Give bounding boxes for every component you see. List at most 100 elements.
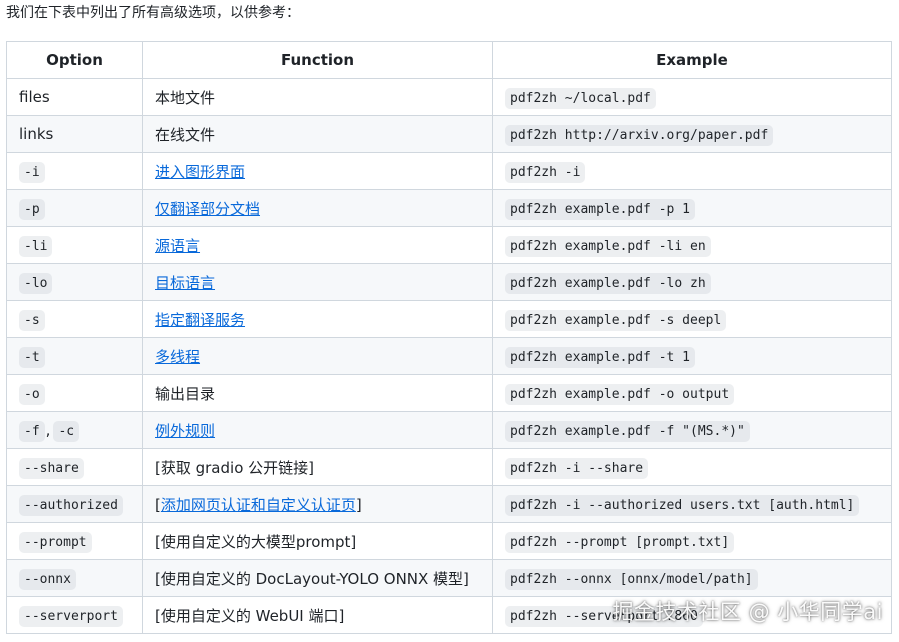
example-code: pdf2zh example.pdf -s deepl [505, 310, 727, 331]
table-row: -i 进入图形界面 pdf2zh -i [6, 152, 892, 190]
option-code: files [19, 88, 50, 106]
example-cell: pdf2zh example.pdf -p 1 [492, 189, 892, 227]
option-code: -lo [19, 273, 53, 294]
example-code: pdf2zh example.pdf -f "(MS.*)" [505, 421, 750, 442]
function-cell: [使用自定义的 WebUI 端口] [142, 596, 493, 634]
option-code-secondary: -c [53, 421, 80, 442]
function-text: [使用自定义的 WebUI 端口] [155, 606, 345, 625]
function-text: [获取 gradio 公开链接] [155, 458, 314, 477]
example-code: pdf2zh http://arxiv.org/paper.pdf [505, 125, 774, 146]
option-cell: -t [6, 337, 143, 375]
option-cell: files [6, 78, 143, 116]
table-row: links 在线文件 pdf2zh http://arxiv.org/paper.p… [6, 115, 892, 153]
header-function: Function [142, 41, 493, 79]
option-code: -i [19, 162, 45, 183]
table-row: -li 源语言 pdf2zh example.pdf -li en [6, 226, 892, 264]
example-cell: pdf2zh example.pdf -lo zh [492, 263, 892, 301]
table-row: -p 仅翻译部分文档 pdf2zh example.pdf -p 1 [6, 189, 892, 227]
option-code: --prompt [19, 532, 92, 553]
option-code: --share [19, 458, 84, 479]
example-code: pdf2zh -i [505, 162, 586, 183]
function-text: 输出目录 [155, 384, 216, 403]
option-cell: links [6, 115, 143, 153]
table-row: -s 指定翻译服务 pdf2zh example.pdf -s deepl [6, 300, 892, 338]
option-code: --serverport [19, 606, 123, 627]
example-code: pdf2zh --onnx [onnx/model/path] [505, 569, 758, 590]
example-code: pdf2zh example.pdf -lo zh [505, 273, 711, 294]
function-text: [使用自定义的 DocLayout-YOLO ONNX 模型] [155, 569, 469, 588]
table-row: --authorized [添加网页认证和自定义认证页] pdf2zh -i --a… [6, 485, 892, 523]
table-row: -o 输出目录 pdf2zh example.pdf -o output [6, 374, 892, 412]
function-text: 本地文件 [155, 88, 216, 107]
intro-text: 我们在下表中列出了所有高级选项，以供参考： [6, 5, 300, 21]
option-cell: --authorized [6, 485, 143, 523]
option-cell: -s [6, 300, 143, 338]
example-cell: pdf2zh -i --share [492, 448, 892, 486]
function-bracket-close: ] [355, 495, 362, 514]
option-cell: -p [6, 189, 143, 227]
example-cell: pdf2zh -i --authorized users.txt [auth.h… [492, 485, 892, 523]
example-cell: pdf2zh ~/local.pdf [492, 78, 892, 116]
example-cell: pdf2zh example.pdf -s deepl [492, 300, 892, 338]
example-code: pdf2zh example.pdf -t 1 [505, 347, 696, 368]
function-cell: 仅翻译部分文档 [142, 189, 493, 227]
options-table: Option Function Example files 本地文件 pdf2zh … [6, 41, 892, 634]
table-row: -lo 目标语言 pdf2zh example.pdf -lo zh [6, 263, 892, 301]
table-row: --share [获取 gradio 公开链接] pdf2zh -i --share [6, 448, 892, 486]
example-cell: pdf2zh example.pdf -li en [492, 226, 892, 264]
function-cell: 源语言 [142, 226, 493, 264]
example-code: pdf2zh --prompt [prompt.txt] [505, 532, 735, 553]
function-link[interactable]: 仅翻译部分文档 [155, 200, 260, 218]
example-cell: pdf2zh example.pdf -t 1 [492, 337, 892, 375]
option-code: links [19, 125, 54, 143]
function-cell: 本地文件 [142, 78, 493, 116]
table-row: -t 多线程 pdf2zh example.pdf -t 1 [6, 337, 892, 375]
function-cell: 进入图形界面 [142, 152, 493, 190]
function-cell: [获取 gradio 公开链接] [142, 448, 493, 486]
option-code: -p [19, 199, 45, 220]
table-row: -f, -c 例外规则 pdf2zh example.pdf -f "(MS.*)" [6, 411, 892, 449]
function-link[interactable]: 源语言 [155, 237, 200, 255]
option-code: -li [19, 236, 53, 257]
function-link[interactable]: 目标语言 [155, 274, 215, 292]
example-cell: pdf2zh example.pdf -o output [492, 374, 892, 412]
option-code: -o [19, 384, 45, 405]
table-row: files 本地文件 pdf2zh ~/local.pdf [6, 78, 892, 116]
function-cell: 例外规则 [142, 411, 493, 449]
option-code: -f [19, 421, 45, 442]
function-link[interactable]: 添加网页认证和自定义认证页 [161, 496, 356, 514]
header-example: Example [492, 41, 892, 79]
option-code: --authorized [19, 495, 123, 516]
function-link[interactable]: 进入图形界面 [155, 163, 245, 181]
example-code: pdf2zh ~/local.pdf [505, 88, 656, 109]
function-text: 在线文件 [155, 125, 216, 144]
option-cell: --serverport [6, 596, 143, 634]
header-option: Option [6, 41, 143, 79]
function-link[interactable]: 指定翻译服务 [155, 311, 245, 329]
table-header-row: Option Function Example [6, 41, 892, 79]
function-cell: [添加网页认证和自定义认证页] [142, 485, 493, 523]
option-cell: -f, -c [6, 411, 143, 449]
example-cell: pdf2zh --prompt [prompt.txt] [492, 522, 892, 560]
option-code: -s [19, 310, 45, 331]
function-cell: 输出目录 [142, 374, 493, 412]
example-cell: pdf2zh http://arxiv.org/paper.pdf [492, 115, 892, 153]
option-separator: , [45, 421, 51, 439]
example-code: pdf2zh example.pdf -li en [505, 236, 711, 257]
example-code: pdf2zh -i --share [505, 458, 649, 479]
option-cell: --share [6, 448, 143, 486]
option-cell: -o [6, 374, 143, 412]
example-cell: pdf2zh --onnx [onnx/model/path] [492, 559, 892, 597]
example-cell: pdf2zh -i [492, 152, 892, 190]
function-cell: 多线程 [142, 337, 493, 375]
function-link[interactable]: 多线程 [155, 348, 200, 366]
option-code: -t [19, 347, 45, 368]
option-cell: --prompt [6, 522, 143, 560]
table-row: --onnx [使用自定义的 DocLayout-YOLO ONNX 模型] pdf… [6, 559, 892, 597]
function-cell: 在线文件 [142, 115, 493, 153]
option-cell: -li [6, 226, 143, 264]
watermark: 掘金技术社区 @ 小华同学ai [612, 600, 883, 624]
function-link[interactable]: 例外规则 [155, 422, 215, 440]
function-text: [使用自定义的大模型prompt] [155, 532, 357, 551]
table-row: --prompt [使用自定义的大模型prompt] pdf2zh --prompt… [6, 522, 892, 560]
